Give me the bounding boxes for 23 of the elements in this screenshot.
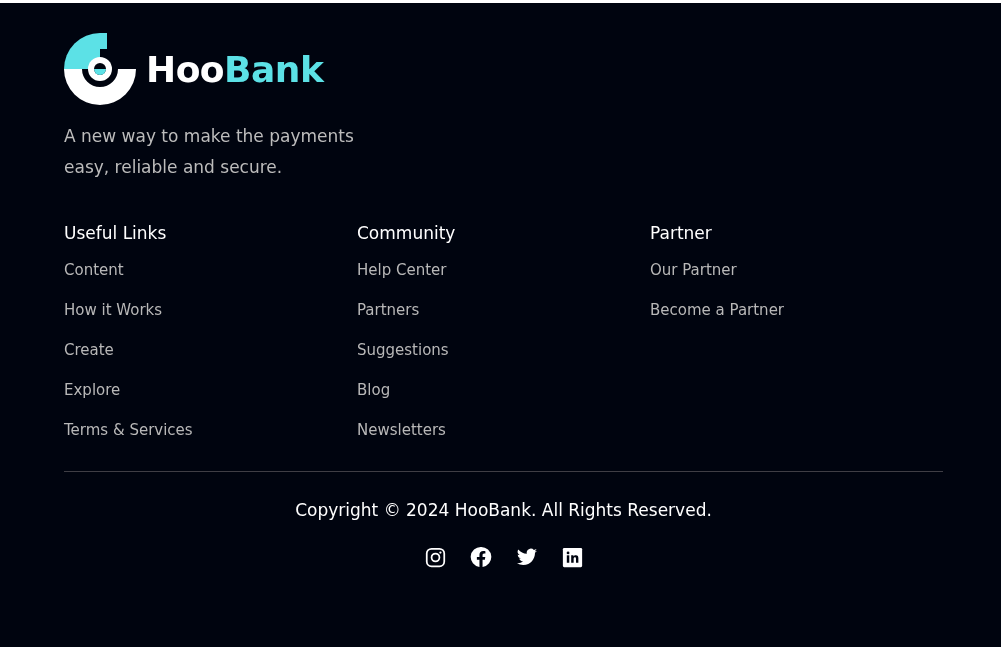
- footer-link[interactable]: How it Works: [64, 298, 163, 322]
- linkedin-icon[interactable]: [561, 546, 583, 568]
- footer-link[interactable]: Explore: [64, 378, 121, 402]
- column-heading: Useful Links: [64, 222, 168, 245]
- footer-link[interactable]: Terms & Services: [64, 418, 193, 442]
- footer-link[interactable]: Suggestions: [357, 338, 449, 362]
- footer-link[interactable]: Newsletters: [357, 418, 446, 442]
- footer-link[interactable]: Partners: [357, 298, 420, 322]
- instagram-icon[interactable]: [424, 546, 446, 568]
- footer-link[interactable]: Blog: [357, 378, 391, 402]
- footer-link[interactable]: Become a Partner: [650, 298, 785, 322]
- facebook-icon[interactable]: [469, 546, 492, 568]
- logo-icon: [64, 33, 136, 105]
- tagline: A new way to make the payments easy, reliable and secure.: [64, 125, 355, 179]
- column-heading: Community: [357, 222, 457, 245]
- footer-link[interactable]: Help Center: [357, 258, 447, 282]
- footer-link[interactable]: Our Partner: [650, 258, 737, 282]
- footer-link[interactable]: Create: [64, 338, 114, 362]
- column-heading: Partner: [650, 222, 713, 245]
- footer-link[interactable]: Content: [64, 258, 124, 282]
- brand-name: HooBank: [146, 48, 324, 90]
- bird-icon[interactable]: [515, 546, 538, 568]
- copyright-text: Copyright © 2024 HooBank. All Rights Reserved.: [294, 499, 713, 522]
